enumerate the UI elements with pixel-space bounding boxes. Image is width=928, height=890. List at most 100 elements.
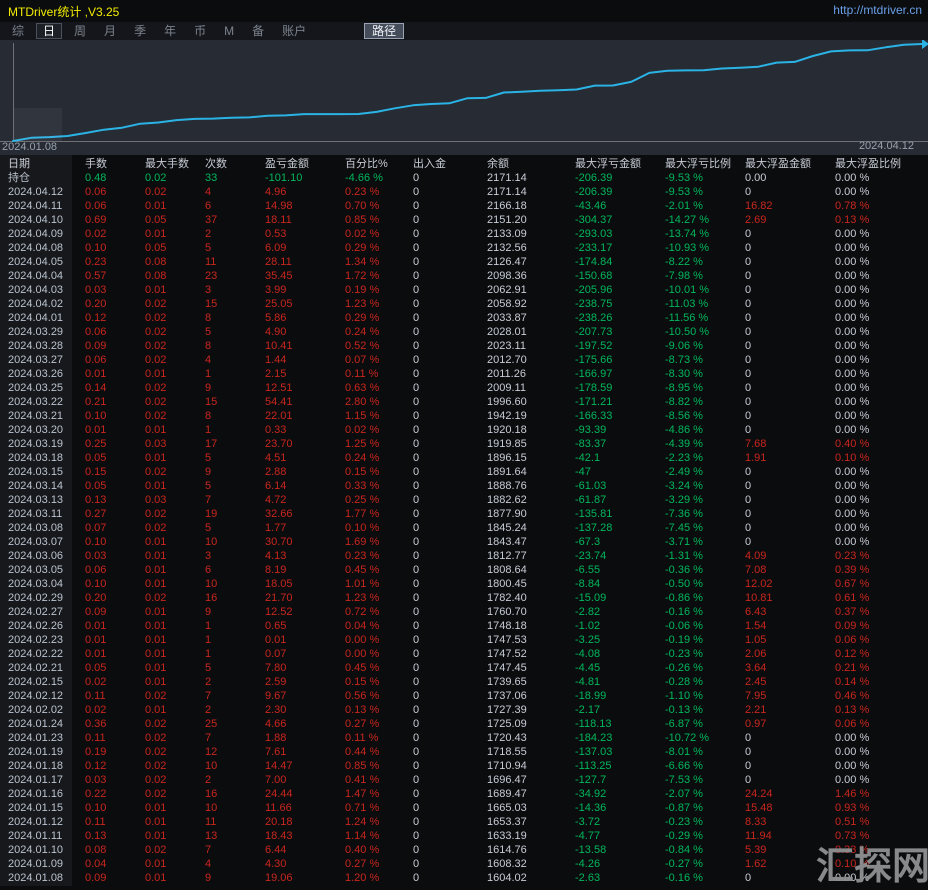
table-row[interactable]: 2024.04.090.020.0120.530.02 %02133.09-29… [0, 227, 928, 241]
table-row[interactable]: 2024.03.250.140.02912.510.63 %02009.11-1… [0, 381, 928, 395]
table-row[interactable]: 2024.02.150.020.0122.590.15 %01739.65-4.… [0, 675, 928, 689]
table-row[interactable]: 2024.01.170.030.0227.000.41 %01696.47-12… [0, 773, 928, 787]
table-cell: -9.06 % [665, 339, 745, 353]
table-cell: 0 [413, 409, 487, 423]
table-row[interactable]: 2024.01.150.100.011011.660.71 %01665.03-… [0, 801, 928, 815]
table-row[interactable]: 2024.03.270.060.0241.440.07 %02012.70-17… [0, 353, 928, 367]
table-row[interactable]: 2024.01.100.080.0276.440.40 %01614.76-13… [0, 843, 928, 857]
table-row[interactable]: 2024.01.180.120.021014.470.85 %01710.94-… [0, 759, 928, 773]
table-cell: 1.54 [745, 619, 835, 633]
table-cell: 0.01 [145, 199, 205, 213]
table-cell: 0 [745, 325, 835, 339]
table-cell: 0.02 [145, 171, 205, 185]
menu-item-年[interactable]: 年 [158, 23, 182, 39]
table-row[interactable]: 2024.03.110.270.021932.661.77 %01877.90-… [0, 507, 928, 521]
table-cell: 0.56 % [345, 689, 413, 703]
table-cell: 0 [413, 815, 487, 829]
table-cell: 33 [205, 171, 265, 185]
table-row[interactable]: 2024.01.240.360.02254.660.27 %01725.09-1… [0, 717, 928, 731]
table-row[interactable]: 2024.03.290.060.0254.900.24 %02028.01-20… [0, 325, 928, 339]
menu-item-季[interactable]: 季 [128, 23, 152, 39]
table-row[interactable]: 2024.01.190.190.02127.610.44 %01718.55-1… [0, 745, 928, 759]
table-row[interactable]: 2024.01.160.220.021624.441.47 %01689.47-… [0, 787, 928, 801]
table-row[interactable]: 2024.02.230.010.0110.010.00 %01747.53-3.… [0, 633, 928, 647]
table-row[interactable]: 2024.03.180.050.0154.510.24 %01896.15-42… [0, 451, 928, 465]
table-row[interactable]: 2024.03.210.100.02822.011.15 %01942.19-1… [0, 409, 928, 423]
table-row[interactable]: 2024.03.130.130.0374.720.25 %01882.62-61… [0, 493, 928, 507]
table-row[interactable]: 2024.01.230.110.0271.880.11 %01720.43-18… [0, 731, 928, 745]
table-cell: 0 [413, 605, 487, 619]
table-cell: 2024.03.14 [8, 479, 85, 493]
table-row[interactable]: 2024.04.040.570.082335.451.72 %02098.36-… [0, 269, 928, 283]
table-cell: 0 [745, 339, 835, 353]
table-row[interactable]: 2024.02.120.110.0279.670.56 %01737.06-18… [0, 689, 928, 703]
table-cell: 0 [745, 731, 835, 745]
table-cell: 15.48 [745, 801, 835, 815]
table-cell: 1739.65 [487, 675, 575, 689]
table-row[interactable]: 2024.03.060.030.0134.130.23 %01812.77-23… [0, 549, 928, 563]
table-row[interactable]: 2024.04.100.690.053718.110.85 %02151.20-… [0, 213, 928, 227]
table-row[interactable]: 2024.02.290.200.021621.701.23 %01782.40-… [0, 591, 928, 605]
table-cell: 0.06 % [835, 633, 928, 647]
table-cell: 13 [205, 829, 265, 843]
table-cell: -0.26 % [665, 661, 745, 675]
table-row[interactable]: 2024.04.030.030.0133.990.19 %02062.91-20… [0, 283, 928, 297]
column-header: 最大浮亏金额 [575, 157, 665, 171]
path-button[interactable]: 路径 [364, 23, 404, 39]
table-row[interactable]: 2024.04.110.060.01614.980.70 %02166.18-4… [0, 199, 928, 213]
table-row[interactable]: 2024.01.110.130.011318.431.14 %01633.19-… [0, 829, 928, 843]
menu-item-周[interactable]: 周 [68, 23, 92, 39]
table-cell: -1.10 % [665, 689, 745, 703]
table-row[interactable]: 2024.04.010.120.0285.860.29 %02033.87-23… [0, 311, 928, 325]
table-row[interactable]: 2024.03.190.250.031723.701.25 %01919.85-… [0, 437, 928, 451]
table-row[interactable]: 2024.03.080.070.0251.770.10 %01845.24-13… [0, 521, 928, 535]
table-cell: 1.34 % [345, 255, 413, 269]
table-row[interactable]: 2024.04.050.230.081128.111.34 %02126.47-… [0, 255, 928, 269]
table-cell: 24.24 [745, 787, 835, 801]
table-row[interactable]: 2024.03.040.100.011018.051.01 %01800.45-… [0, 577, 928, 591]
table-row[interactable]: 2024.01.080.090.01919.061.20 %01604.02-2… [0, 871, 928, 885]
table-row[interactable]: 2024.03.220.210.021554.412.80 %01996.60-… [0, 395, 928, 409]
table-row[interactable]: 2024.03.140.050.0156.140.33 %01888.76-61… [0, 479, 928, 493]
table-row[interactable]: 2024.03.050.060.0168.190.45 %01808.64-6.… [0, 563, 928, 577]
equity-curve-line [13, 44, 922, 141]
menu-item-币[interactable]: 币 [188, 23, 212, 39]
table-cell: 2024.03.05 [8, 563, 85, 577]
table-cell: -184.23 [575, 731, 665, 745]
menu-item-日[interactable]: 日 [36, 23, 62, 39]
table-row[interactable]: 2024.04.120.060.0244.960.23 %02171.14-20… [0, 185, 928, 199]
site-link[interactable]: http://mtdriver.cn [833, 3, 922, 17]
table-cell: 0.02 % [345, 227, 413, 241]
menu-item-月[interactable]: 月 [98, 23, 122, 39]
table-row[interactable]: 2024.04.080.100.0556.090.29 %02132.56-23… [0, 241, 928, 255]
table-row[interactable]: 2024.03.260.010.0112.150.11 %02011.26-16… [0, 367, 928, 381]
table-row[interactable]: 2024.01.120.110.011120.181.24 %01653.37-… [0, 815, 928, 829]
table-row[interactable]: 2024.02.260.010.0110.650.04 %01748.18-1.… [0, 619, 928, 633]
table-cell: 1727.39 [487, 703, 575, 717]
table-cell: 0.24 % [345, 325, 413, 339]
table-cell: 0.37 % [835, 605, 928, 619]
table-row[interactable]: 2024.03.150.150.0292.880.15 %01891.64-47… [0, 465, 928, 479]
table-cell: 0.09 [85, 339, 145, 353]
menu-item-账户[interactable]: 账户 [276, 23, 312, 39]
table-row[interactable]: 2024.01.090.040.0144.300.27 %01608.32-4.… [0, 857, 928, 871]
table-row[interactable]: 2024.02.020.020.0122.300.13 %01727.39-2.… [0, 703, 928, 717]
menu-item-综[interactable]: 综 [6, 23, 30, 39]
menu-item-M[interactable]: M [218, 23, 240, 39]
table-row[interactable]: 2024.02.270.090.01912.520.72 %01760.70-2… [0, 605, 928, 619]
table-cell: 0.39 % [835, 563, 928, 577]
table-cell: 0 [413, 241, 487, 255]
table-cell: 2.30 [265, 703, 345, 717]
table-row[interactable]: 2024.02.220.010.0110.070.00 %01747.52-4.… [0, 647, 928, 661]
table-cell: 0.06 [85, 353, 145, 367]
table-row[interactable]: 2024.03.200.010.0110.330.02 %01920.18-93… [0, 423, 928, 437]
table-cell: 1747.45 [487, 661, 575, 675]
table-row[interactable]: 2024.02.210.050.0157.800.45 %01747.45-4.… [0, 661, 928, 675]
table-cell: 12.52 [265, 605, 345, 619]
table-cell: 2024.01.08 [8, 871, 85, 885]
table-row[interactable]: 2024.03.280.090.02810.410.52 %02023.11-1… [0, 339, 928, 353]
table-row[interactable]: 2024.03.070.100.011030.701.69 %01843.47-… [0, 535, 928, 549]
table-row[interactable]: 2024.04.020.200.021525.051.23 %02058.92-… [0, 297, 928, 311]
menu-item-备[interactable]: 备 [246, 23, 270, 39]
table-row-holding[interactable]: 持仓0.480.0233-101.10-4.66 %02171.14-206.3… [0, 171, 928, 185]
